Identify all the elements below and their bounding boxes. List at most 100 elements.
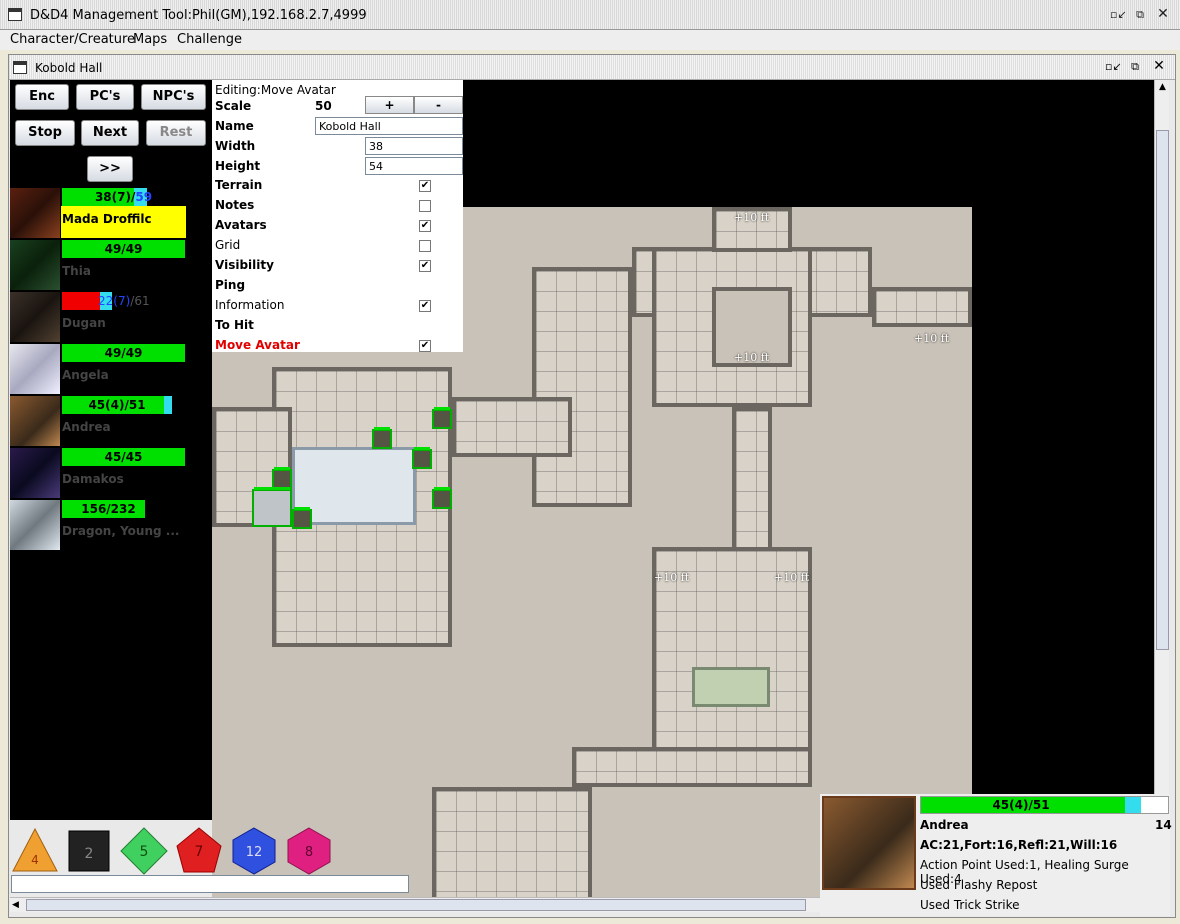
scroll-thumb[interactable] <box>26 899 806 911</box>
d12-icon[interactable]: 12 <box>229 826 279 876</box>
layer-row-grid[interactable]: Grid <box>212 235 463 255</box>
creature-info-panel: 45(4)/51 Andrea 14 AC:21,Fort:16,Refl:21… <box>820 794 1172 916</box>
width-label: Width <box>215 139 256 153</box>
map-width-field[interactable]: 38 <box>365 137 463 155</box>
avatar-token[interactable] <box>272 467 292 489</box>
creature-row[interactable]: 156/232 Dragon, Young ... <box>10 500 186 552</box>
info-line-2: Used Flashy Repost <box>920 878 1038 892</box>
d10-icon[interactable]: 7 <box>174 826 224 876</box>
layer-row-terrain[interactable]: Terrain ✔ <box>212 175 463 195</box>
stop-button[interactable]: Stop <box>15 120 75 146</box>
hp-bar: 45(4)/51 <box>62 396 185 414</box>
creature-portrait <box>10 396 60 446</box>
hp-bar: 45/45 <box>62 448 185 466</box>
creature-row[interactable]: 22(7)/61 Dugan <box>10 292 186 344</box>
map-room <box>572 747 812 787</box>
creature-row[interactable]: 45(4)/51 Andrea <box>10 396 186 448</box>
scale-value: 50 <box>315 99 332 113</box>
terrain-checkbox[interactable]: ✔ <box>419 180 431 192</box>
creature-name: Angela <box>62 368 109 382</box>
rest-button[interactable]: Rest <box>146 120 206 146</box>
enc-button[interactable]: Enc <box>15 84 69 110</box>
menu-maps[interactable]: Maps <box>133 32 167 47</box>
dragon-token[interactable] <box>252 487 292 527</box>
creature-portrait <box>10 188 60 238</box>
avatar-token[interactable] <box>292 507 312 529</box>
creature-portrait <box>10 344 60 394</box>
creature-row[interactable]: 38(7)/59 Mada Droffilc <box>10 188 186 240</box>
hp-text: 45/45 <box>104 450 143 464</box>
creature-name: Mada Droffilc <box>62 212 152 226</box>
hp-bar: 38(7)/59 <box>62 188 185 206</box>
map-height-field[interactable]: 54 <box>365 157 463 175</box>
scale-minus-button[interactable]: - <box>414 96 463 114</box>
frame-minimize-icon[interactable]: ▫↙ <box>1105 60 1122 75</box>
close-icon[interactable]: ✕ <box>1155 7 1171 23</box>
hp-text: 45(4)/51 <box>88 398 146 412</box>
layer-row-visibility[interactable]: Visibility ✔ <box>212 255 463 275</box>
scale-label: Scale <box>215 99 252 113</box>
map-room <box>432 787 592 898</box>
frame-maximize-icon[interactable]: ⧉ <box>1127 60 1143 75</box>
avatar-token[interactable] <box>432 407 452 429</box>
layer-row-avatars[interactable]: Avatars ✔ <box>212 215 463 235</box>
d6-icon[interactable]: 2 <box>64 826 114 876</box>
layer-row-move-avatar[interactable]: Move Avatar ✔ <box>212 335 463 355</box>
grid-checkbox[interactable] <box>419 240 431 252</box>
hp-text: 49/49 <box>104 242 143 256</box>
map-elevation-label: +10 ft <box>914 332 950 345</box>
layer-label: Avatars <box>215 218 267 232</box>
svg-text:4: 4 <box>31 853 39 867</box>
npcs-button[interactable]: NPC's <box>141 84 206 110</box>
creature-row[interactable]: 49/49 Angela <box>10 344 186 396</box>
next-button[interactable]: Next <box>81 120 139 146</box>
pcs-button[interactable]: PC's <box>76 84 134 110</box>
map-elevation-label: +10 ft <box>734 211 770 224</box>
avatar-token[interactable] <box>412 447 432 469</box>
info-hp-bar: 45(4)/51 <box>920 796 1169 814</box>
scale-plus-button[interactable]: + <box>365 96 414 114</box>
maximize-icon[interactable]: ⧉ <box>1132 8 1148 23</box>
hp-bar: 49/49 <box>62 344 185 362</box>
info-defenses: AC:21,Fort:16,Refl:21,Will:16 <box>920 838 1118 852</box>
d20-icon[interactable]: 8 <box>284 826 334 876</box>
creature-name: Andrea <box>62 420 111 434</box>
map-vertical-scrollbar[interactable]: ▲ <box>1154 80 1169 895</box>
expand-button[interactable]: >> <box>87 156 133 182</box>
avatars-checkbox[interactable]: ✔ <box>419 220 431 232</box>
avatar-token[interactable] <box>372 427 392 449</box>
creature-row[interactable]: 45/45 Damakos <box>10 448 186 500</box>
layer-row-ping[interactable]: Ping <box>212 275 463 295</box>
d4-icon[interactable]: 4 <box>10 826 60 876</box>
menu-character-creature[interactable]: Character/Creature <box>10 32 135 47</box>
minimize-icon[interactable]: ▫↙ <box>1110 8 1127 23</box>
chat-input[interactable] <box>11 875 409 893</box>
layer-label: Ping <box>215 278 246 292</box>
layer-row-notes[interactable]: Notes <box>212 195 463 215</box>
scroll-left-icon[interactable]: ◀ <box>12 898 24 912</box>
layer-row-information[interactable]: Information ✔ <box>212 295 463 315</box>
map-room <box>872 287 972 327</box>
map-edit-panel: Editing:Move Avatar Scale 50 + - Name Ko… <box>212 80 463 352</box>
map-elevation-label: +10 ft <box>774 571 810 584</box>
visibility-checkbox[interactable]: ✔ <box>419 260 431 272</box>
d8-icon[interactable]: 5 <box>119 826 169 876</box>
scroll-up-icon[interactable]: ▲ <box>1156 80 1169 95</box>
scroll-thumb[interactable] <box>1156 130 1169 650</box>
layer-label: Terrain <box>215 178 263 192</box>
hp-text: 49/49 <box>104 346 143 360</box>
hp-bar: 156/232 <box>62 500 145 518</box>
menu-challenge[interactable]: Challenge <box>177 32 242 47</box>
map-elevation-label: +10 ft <box>654 571 690 584</box>
layer-row-to-hit[interactable]: To Hit <box>212 315 463 335</box>
avatar-token[interactable] <box>432 487 452 509</box>
move-avatar-checkbox[interactable]: ✔ <box>419 340 431 352</box>
notes-checkbox[interactable] <box>419 200 431 212</box>
creature-row[interactable]: 49/49 Thia <box>10 240 186 292</box>
creature-portrait <box>10 292 60 342</box>
frame-close-icon[interactable]: ✕ <box>1151 59 1167 75</box>
information-checkbox[interactable]: ✔ <box>419 300 431 312</box>
map-room <box>532 267 632 507</box>
map-horizontal-scrollbar[interactable]: ◀ <box>10 897 820 912</box>
map-name-field[interactable]: Kobold Hall <box>315 117 463 135</box>
